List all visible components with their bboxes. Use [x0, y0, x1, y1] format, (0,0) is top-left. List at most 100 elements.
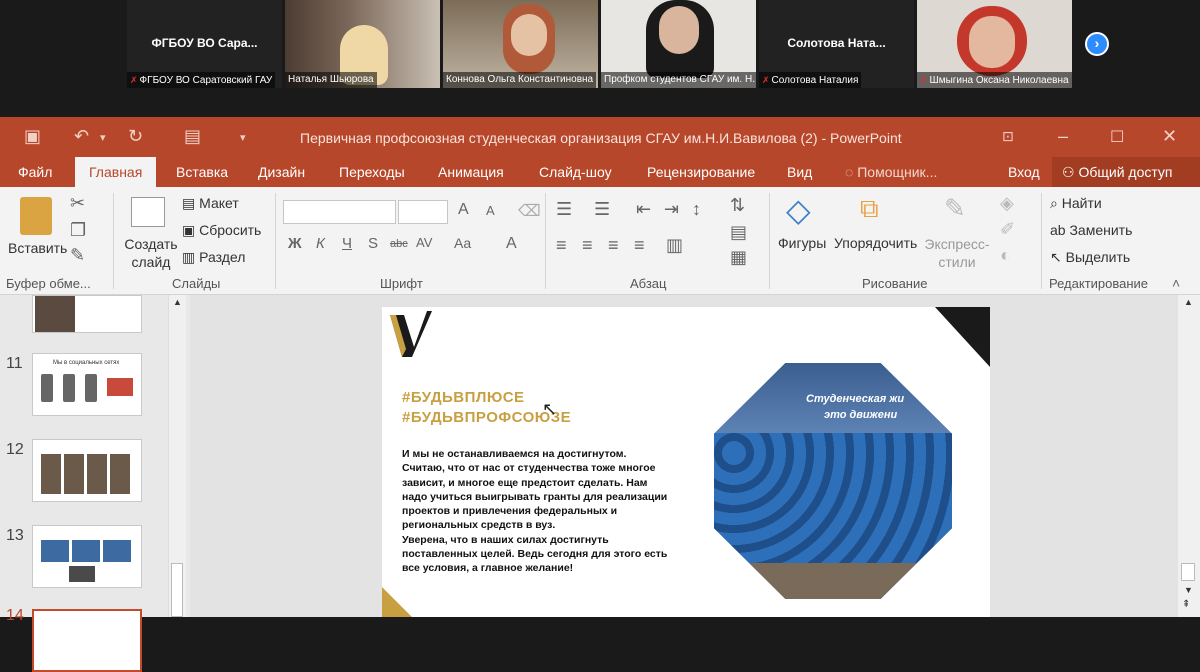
person-icon: ⚇: [1062, 164, 1079, 180]
slide-thumbnail[interactable]: Мы в социальных сетях: [32, 353, 142, 416]
ribbon-display-icon[interactable]: ⊡: [1002, 128, 1014, 145]
video-tile[interactable]: ✗ Шмыгина Оксана Николаевна: [917, 0, 1072, 88]
previous-slide-icon[interactable]: ⇞: [1182, 599, 1190, 610]
ribbon-tabs: Файл Главная Вставка Дизайн Переходы Ани…: [0, 157, 1200, 187]
decrease-indent-icon[interactable]: ⇤: [636, 199, 651, 220]
line-spacing-icon[interactable]: ↕: [692, 199, 701, 220]
scroll-thumb[interactable]: [171, 563, 183, 617]
share-button[interactable]: ⚇ Общий доступ: [1052, 157, 1200, 187]
video-tile[interactable]: ФГБОУ ВО Сара... ✗ ФГБОУ ВО Саратовский Г…: [127, 0, 282, 88]
customize-toolbar-icon[interactable]: ▾: [240, 131, 246, 144]
increase-indent-icon[interactable]: ⇥: [664, 199, 679, 220]
strikethrough-icon[interactable]: abc: [390, 238, 408, 250]
font-size-field[interactable]: [398, 200, 448, 224]
increase-font-icon[interactable]: A: [458, 201, 469, 219]
next-page-button[interactable]: ›: [1085, 32, 1109, 56]
section-button[interactable]: ▥ Раздел: [182, 249, 245, 266]
layout-button[interactable]: ▤ Макет: [182, 195, 239, 212]
new-slide-icon[interactable]: [131, 197, 165, 227]
bullets-icon[interactable]: ☰: [556, 199, 572, 220]
slideshow-icon[interactable]: ▤: [184, 126, 201, 147]
smartart-icon[interactable]: ▦: [730, 247, 747, 268]
video-tile[interactable]: Профком студентов СГАУ им. Н...: [601, 0, 756, 88]
participant-caption: Профком студентов СГАУ им. Н...: [601, 72, 756, 88]
current-slide[interactable]: #БУДЬВПЛЮСЕ #БУДЬВПРОФСОЮЗЕ И мы не оста…: [382, 307, 990, 617]
tab-insert[interactable]: Вставка: [176, 157, 228, 187]
outline-icon[interactable]: ✐: [1000, 219, 1015, 240]
redo-icon[interactable]: ↻: [128, 126, 143, 147]
minimize-icon[interactable]: –: [1058, 126, 1068, 147]
replace-button[interactable]: ab Заменить: [1050, 222, 1132, 238]
justify-icon[interactable]: ≡: [634, 235, 645, 256]
tab-animation[interactable]: Анимация: [438, 157, 504, 187]
bold-icon[interactable]: Ж: [288, 235, 302, 252]
slide-scrollbar[interactable]: ▲ ▼ ⇞: [1178, 295, 1200, 617]
undo-dropdown-icon[interactable]: ▾: [100, 131, 106, 144]
tab-slideshow[interactable]: Слайд-шоу: [539, 157, 612, 187]
collapse-ribbon-icon[interactable]: ˄: [1172, 275, 1180, 291]
slide-thumbnail[interactable]: [32, 295, 142, 333]
align-left-icon[interactable]: ≡: [556, 235, 567, 256]
spacing-icon[interactable]: AV: [416, 235, 432, 250]
format-painter-icon[interactable]: ✎: [70, 245, 85, 266]
shadow-icon[interactable]: S: [368, 235, 378, 252]
effects-icon[interactable]: ◐: [1000, 245, 1011, 266]
undo-icon[interactable]: ↶: [74, 126, 89, 147]
tab-design[interactable]: Дизайн: [258, 157, 305, 187]
participant-caption: Коннова Ольга Константиновна: [443, 72, 597, 88]
slide-number: 12: [6, 441, 24, 458]
italic-icon[interactable]: К: [316, 235, 325, 252]
columns-icon[interactable]: ▥: [666, 235, 683, 256]
font-name-field[interactable]: [283, 200, 396, 224]
quick-styles-button[interactable]: Экспресс-стили: [922, 235, 992, 271]
thumbnails-scrollbar[interactable]: ▲: [168, 295, 186, 617]
copy-icon[interactable]: ❐: [70, 220, 86, 241]
text-direction-icon[interactable]: ⇅: [730, 195, 745, 216]
slide-thumbnail[interactable]: [32, 439, 142, 502]
align-right-icon[interactable]: ≡: [608, 235, 619, 256]
scroll-up-icon[interactable]: ▲: [1184, 297, 1193, 307]
video-tile[interactable]: Солотова Ната... ✗ Солотова Наталия: [759, 0, 914, 88]
fill-icon[interactable]: ◈: [1000, 193, 1014, 214]
arrange-button[interactable]: Упорядочить: [834, 235, 917, 251]
signin-link[interactable]: Вход: [1008, 157, 1040, 187]
shapes-icon[interactable]: ◇: [786, 191, 811, 229]
slide-thumbnail-selected[interactable]: [32, 609, 142, 672]
align-center-icon[interactable]: ≡: [582, 235, 593, 256]
tab-view[interactable]: Вид: [787, 157, 812, 187]
save-icon[interactable]: ▣: [24, 126, 41, 147]
tab-home[interactable]: Главная: [75, 157, 157, 187]
new-slide-button[interactable]: Создать слайд: [122, 235, 180, 271]
group-font-label: Шрифт: [380, 276, 423, 291]
font-color-icon[interactable]: A: [506, 235, 517, 253]
arrange-icon[interactable]: ⧉: [860, 193, 879, 225]
scroll-down-icon[interactable]: ▼: [1184, 585, 1193, 595]
scroll-thumb[interactable]: [1181, 563, 1195, 581]
mic-muted-icon: ✗: [762, 75, 770, 85]
paste-icon[interactable]: [20, 197, 52, 235]
reset-button[interactable]: ▣ Сбросить: [182, 222, 261, 239]
scroll-up-icon[interactable]: ▲: [173, 297, 182, 307]
tab-tell-me[interactable]: ◌ Помощник...: [845, 157, 937, 187]
tab-file[interactable]: Файл: [18, 157, 52, 187]
cut-icon[interactable]: ✂: [70, 193, 85, 214]
video-tile[interactable]: Наталья Шьюрова: [285, 0, 440, 88]
group-slides-label: Слайды: [172, 276, 221, 291]
decrease-font-icon[interactable]: A: [486, 203, 495, 218]
paste-button[interactable]: Вставить: [8, 240, 67, 256]
shapes-button[interactable]: Фигуры: [778, 235, 826, 251]
underline-icon[interactable]: Ч: [342, 235, 352, 252]
quick-styles-icon[interactable]: ✎: [944, 193, 966, 224]
find-button[interactable]: ⌕ Найти: [1050, 195, 1102, 212]
slide-thumbnail[interactable]: [32, 525, 142, 588]
close-icon[interactable]: ✕: [1162, 126, 1177, 147]
select-button[interactable]: ↖ Выделить: [1050, 249, 1130, 266]
tab-transitions[interactable]: Переходы: [339, 157, 405, 187]
maximize-icon[interactable]: ☐: [1110, 127, 1124, 147]
video-tile[interactable]: Коннова Ольга Константиновна: [443, 0, 598, 88]
clear-format-icon[interactable]: ⌫: [518, 201, 541, 221]
align-text-icon[interactable]: ▤: [730, 222, 747, 243]
numbering-icon[interactable]: ☰: [594, 199, 610, 220]
change-case-icon[interactable]: Aa: [454, 235, 471, 251]
tab-review[interactable]: Рецензирование: [647, 157, 755, 187]
